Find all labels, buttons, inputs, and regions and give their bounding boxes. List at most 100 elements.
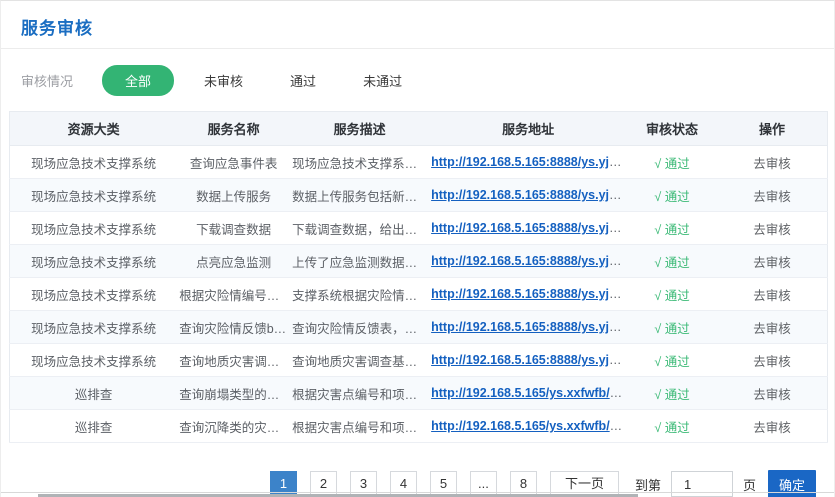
cell-service-desc: 根据灾害点编号和项目类... (290, 377, 429, 410)
cell-service-desc: 现场应急技术支撑系统相... (290, 146, 429, 179)
cell-service-name: 查询崩塌类型的灾害... (177, 377, 290, 410)
cell-service-name: 根据灾险情编号查询... (177, 278, 290, 311)
column-header-5: 操作 (717, 112, 827, 146)
status-passed-badge: √ 通过 (654, 223, 689, 237)
status-passed-badge: √ 通过 (654, 289, 689, 303)
table-row: 巡排查查询崩塌类型的灾害...根据灾害点编号和项目类...http://192.… (10, 377, 828, 410)
go-audit-link[interactable]: 去审核 (753, 223, 791, 237)
cell-service-desc: 查询地质灾害调查基本信... (290, 344, 429, 377)
cell-service-url: http://192.168.5.165:8888/ys.yjz... (429, 344, 627, 377)
service-url-link[interactable]: http://192.168.5.165:8888/ys.yjz... (431, 287, 626, 301)
filter-label: 审核情况 (21, 71, 73, 90)
column-header-3: 服务地址 (429, 112, 627, 146)
column-header-4: 审核状态 (627, 112, 717, 146)
column-header-1: 服务名称 (177, 112, 290, 146)
cell-service-desc: 数据上传服务包括新增应... (290, 179, 429, 212)
column-header-0: 资源大类 (10, 112, 178, 146)
cell-service-desc: 上传了应急监测数据点亮... (290, 245, 429, 278)
column-header-2: 服务描述 (290, 112, 429, 146)
cell-action: 去审核 (717, 410, 827, 443)
cell-category: 现场应急技术支撑系统 (10, 245, 178, 278)
cell-service-name: 查询地质灾害调查基... (177, 344, 290, 377)
cell-service-name: 查询灾险情反馈byZ... (177, 311, 290, 344)
cell-category: 巡排查 (10, 410, 178, 443)
table-row: 现场应急技术支撑系统查询灾险情反馈byZ...查询灾险情反馈表，参数...htt… (10, 311, 828, 344)
goto-page-label: 到第 (635, 475, 661, 494)
table-header-row: 资源大类服务名称服务描述服务地址审核状态操作 (10, 112, 828, 146)
cell-service-name: 点亮应急监测 (177, 245, 290, 278)
cell-audit-status: √ 通过 (627, 245, 717, 278)
cell-audit-status: √ 通过 (627, 179, 717, 212)
status-passed-badge: √ 通过 (654, 421, 689, 435)
cell-audit-status: √ 通过 (627, 212, 717, 245)
go-audit-link[interactable]: 去审核 (753, 157, 791, 171)
service-url-link[interactable]: http://192.168.5.165:8888/ys.yjz... (431, 353, 626, 367)
cell-service-url: http://192.168.5.165:8888/ys.yjz... (429, 278, 627, 311)
table-row: 巡排查查询沉降类的灾害点...根据灾害点编号和项目类...http://192.… (10, 410, 828, 443)
table-body: 现场应急技术支撑系统查询应急事件表现场应急技术支撑系统相...http://19… (10, 146, 828, 443)
cell-audit-status: √ 通过 (627, 377, 717, 410)
cell-audit-status: √ 通过 (627, 146, 717, 179)
go-audit-link[interactable]: 去审核 (753, 190, 791, 204)
service-url-link[interactable]: http://192.168.5.165:8888/ys.yjz... (431, 188, 626, 202)
filter-tab-0[interactable]: 全部 (102, 65, 174, 96)
go-audit-link[interactable]: 去审核 (753, 289, 791, 303)
filter-row: 审核情况 全部 未审核 通过 未通过 (1, 49, 834, 111)
filter-tab-3[interactable]: 未通过 (363, 71, 402, 90)
cell-category: 现场应急技术支撑系统 (10, 146, 178, 179)
cell-service-url: http://192.168.5.165:8888/ys.yjz... (429, 311, 627, 344)
cell-service-name: 查询应急事件表 (177, 146, 290, 179)
cell-audit-status: √ 通过 (627, 344, 717, 377)
cell-action: 去审核 (717, 278, 827, 311)
cell-audit-status: √ 通过 (627, 410, 717, 443)
table-row: 现场应急技术支撑系统查询地质灾害调查基...查询地质灾害调查基本信...http… (10, 344, 828, 377)
filter-tabs: 全部未审核通过未通过 (108, 65, 449, 96)
table-row: 现场应急技术支撑系统根据灾险情编号查询...支撑系统根据灾险情编号...http… (10, 278, 828, 311)
status-passed-badge: √ 通过 (654, 157, 689, 171)
cell-category: 现场应急技术支撑系统 (10, 311, 178, 344)
cell-service-url: http://192.168.5.165/ys.xxfwfb/s... (429, 410, 627, 443)
cell-action: 去审核 (717, 245, 827, 278)
cell-service-name: 数据上传服务 (177, 179, 290, 212)
cell-action: 去审核 (717, 179, 827, 212)
status-passed-badge: √ 通过 (654, 256, 689, 270)
status-passed-badge: √ 通过 (654, 322, 689, 336)
cell-category: 现场应急技术支撑系统 (10, 179, 178, 212)
cell-service-desc: 根据灾害点编号和项目类... (290, 410, 429, 443)
service-url-link[interactable]: http://192.168.5.165:8888/ys.yjz... (431, 320, 626, 334)
filter-tab-2[interactable]: 通过 (290, 71, 316, 90)
service-url-link[interactable]: http://192.168.5.165:8888/ys.yjz... (431, 221, 626, 235)
cell-service-url: http://192.168.5.165/ys.xxfwfb/s... (429, 377, 627, 410)
cell-service-url: http://192.168.5.165:8888/ys.yjz... (429, 212, 627, 245)
table-row: 现场应急技术支撑系统查询应急事件表现场应急技术支撑系统相...http://19… (10, 146, 828, 179)
cell-service-desc: 支撑系统根据灾险情编号... (290, 278, 429, 311)
service-url-link[interactable]: http://192.168.5.165/ys.xxfwfb/s... (431, 386, 627, 400)
filter-tab-1[interactable]: 未审核 (204, 71, 243, 90)
go-audit-link[interactable]: 去审核 (753, 322, 791, 336)
status-passed-badge: √ 通过 (654, 388, 689, 402)
service-url-link[interactable]: http://192.168.5.165:8888/ys.yjz... (431, 155, 626, 169)
table-row: 现场应急技术支撑系统下载调查数据下载调查数据，给出进度...http://192… (10, 212, 828, 245)
service-url-link[interactable]: http://192.168.5.165:8888/ys.yjz... (431, 254, 626, 268)
table-row: 现场应急技术支撑系统点亮应急监测上传了应急监测数据点亮...http://192… (10, 245, 828, 278)
cell-action: 去审核 (717, 212, 827, 245)
cell-service-desc: 查询灾险情反馈表，参数... (290, 311, 429, 344)
cell-audit-status: √ 通过 (627, 311, 717, 344)
goto-page-input[interactable] (671, 471, 733, 497)
go-audit-link[interactable]: 去审核 (753, 388, 791, 402)
service-url-link[interactable]: http://192.168.5.165/ys.xxfwfb/s... (431, 419, 627, 433)
table-row: 现场应急技术支撑系统数据上传服务数据上传服务包括新增应...http://192… (10, 179, 828, 212)
goto-page-suffix: 页 (743, 475, 756, 494)
cell-service-desc: 下载调查数据，给出进度... (290, 212, 429, 245)
cell-action: 去审核 (717, 146, 827, 179)
cell-service-url: http://192.168.5.165:8888/ys.yjz... (429, 179, 627, 212)
go-audit-link[interactable]: 去审核 (753, 421, 791, 435)
cell-service-url: http://192.168.5.165:8888/ys.yjz... (429, 245, 627, 278)
cell-category: 现场应急技术支撑系统 (10, 344, 178, 377)
cell-action: 去审核 (717, 344, 827, 377)
go-audit-link[interactable]: 去审核 (753, 355, 791, 369)
cell-service-name: 查询沉降类的灾害点... (177, 410, 290, 443)
cell-service-url: http://192.168.5.165:8888/ys.yjz... (429, 146, 627, 179)
go-audit-link[interactable]: 去审核 (753, 256, 791, 270)
cell-category: 巡排查 (10, 377, 178, 410)
